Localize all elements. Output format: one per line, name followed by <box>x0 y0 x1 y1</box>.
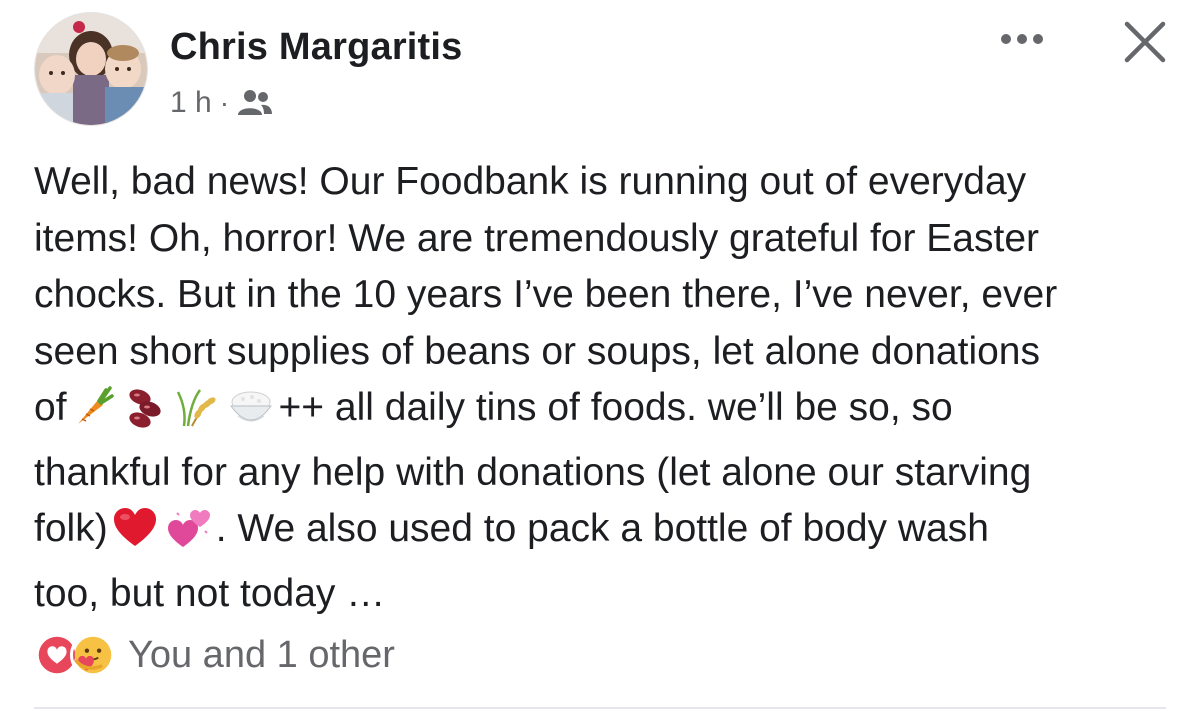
post-line: folk) . We also used to pack a bottle of… <box>34 501 1174 566</box>
beans-emoji <box>124 386 166 445</box>
post-line: thankful for any help with donations (le… <box>34 450 1032 494</box>
post-line: items! Oh, horror! We are tremendously g… <box>34 216 1040 260</box>
reaction-summary[interactable]: You and 1 other <box>128 634 395 677</box>
post-line: of ++ all daily tins of foods. we’ll be … <box>34 380 1174 445</box>
two-hearts-emoji <box>167 507 211 566</box>
carrot-emoji <box>72 386 114 445</box>
more-options-icon[interactable] <box>998 24 1046 54</box>
post-meta: 1 h · <box>170 86 273 120</box>
close-icon[interactable] <box>1121 18 1169 66</box>
divider <box>34 707 1166 709</box>
post-line-text: . We also used to pack a bottle of body … <box>215 507 989 550</box>
post-line-text: of <box>34 386 67 429</box>
reactions-bar[interactable]: You and 1 other <box>34 632 395 678</box>
author-name[interactable]: Chris Margaritis <box>170 26 463 69</box>
post-line: Well, bad news! Our Foodbank is running … <box>34 160 1027 203</box>
profile-avatar[interactable] <box>34 12 148 126</box>
post-line-text: ++ all daily tins of foods. we’ll be so,… <box>278 386 953 429</box>
meta-separator: · <box>219 87 230 118</box>
post-text: Well, bad news! Our Foodbank is running … <box>34 154 1174 622</box>
rice-sheaf-emoji <box>176 386 218 445</box>
rice-bowl-emoji <box>228 386 274 445</box>
post-line: too, but not today … <box>34 571 386 615</box>
post-line: chocks. But in the 10 years I’ve been th… <box>34 273 1058 316</box>
post-time[interactable]: 1 h <box>170 86 212 120</box>
care-reaction-icon <box>70 632 116 678</box>
friends-icon[interactable] <box>237 88 273 118</box>
post-line-text: folk) <box>34 507 108 550</box>
post-line: seen short supplies of beans or soups, l… <box>34 329 1041 373</box>
red-heart-emoji <box>113 507 157 566</box>
